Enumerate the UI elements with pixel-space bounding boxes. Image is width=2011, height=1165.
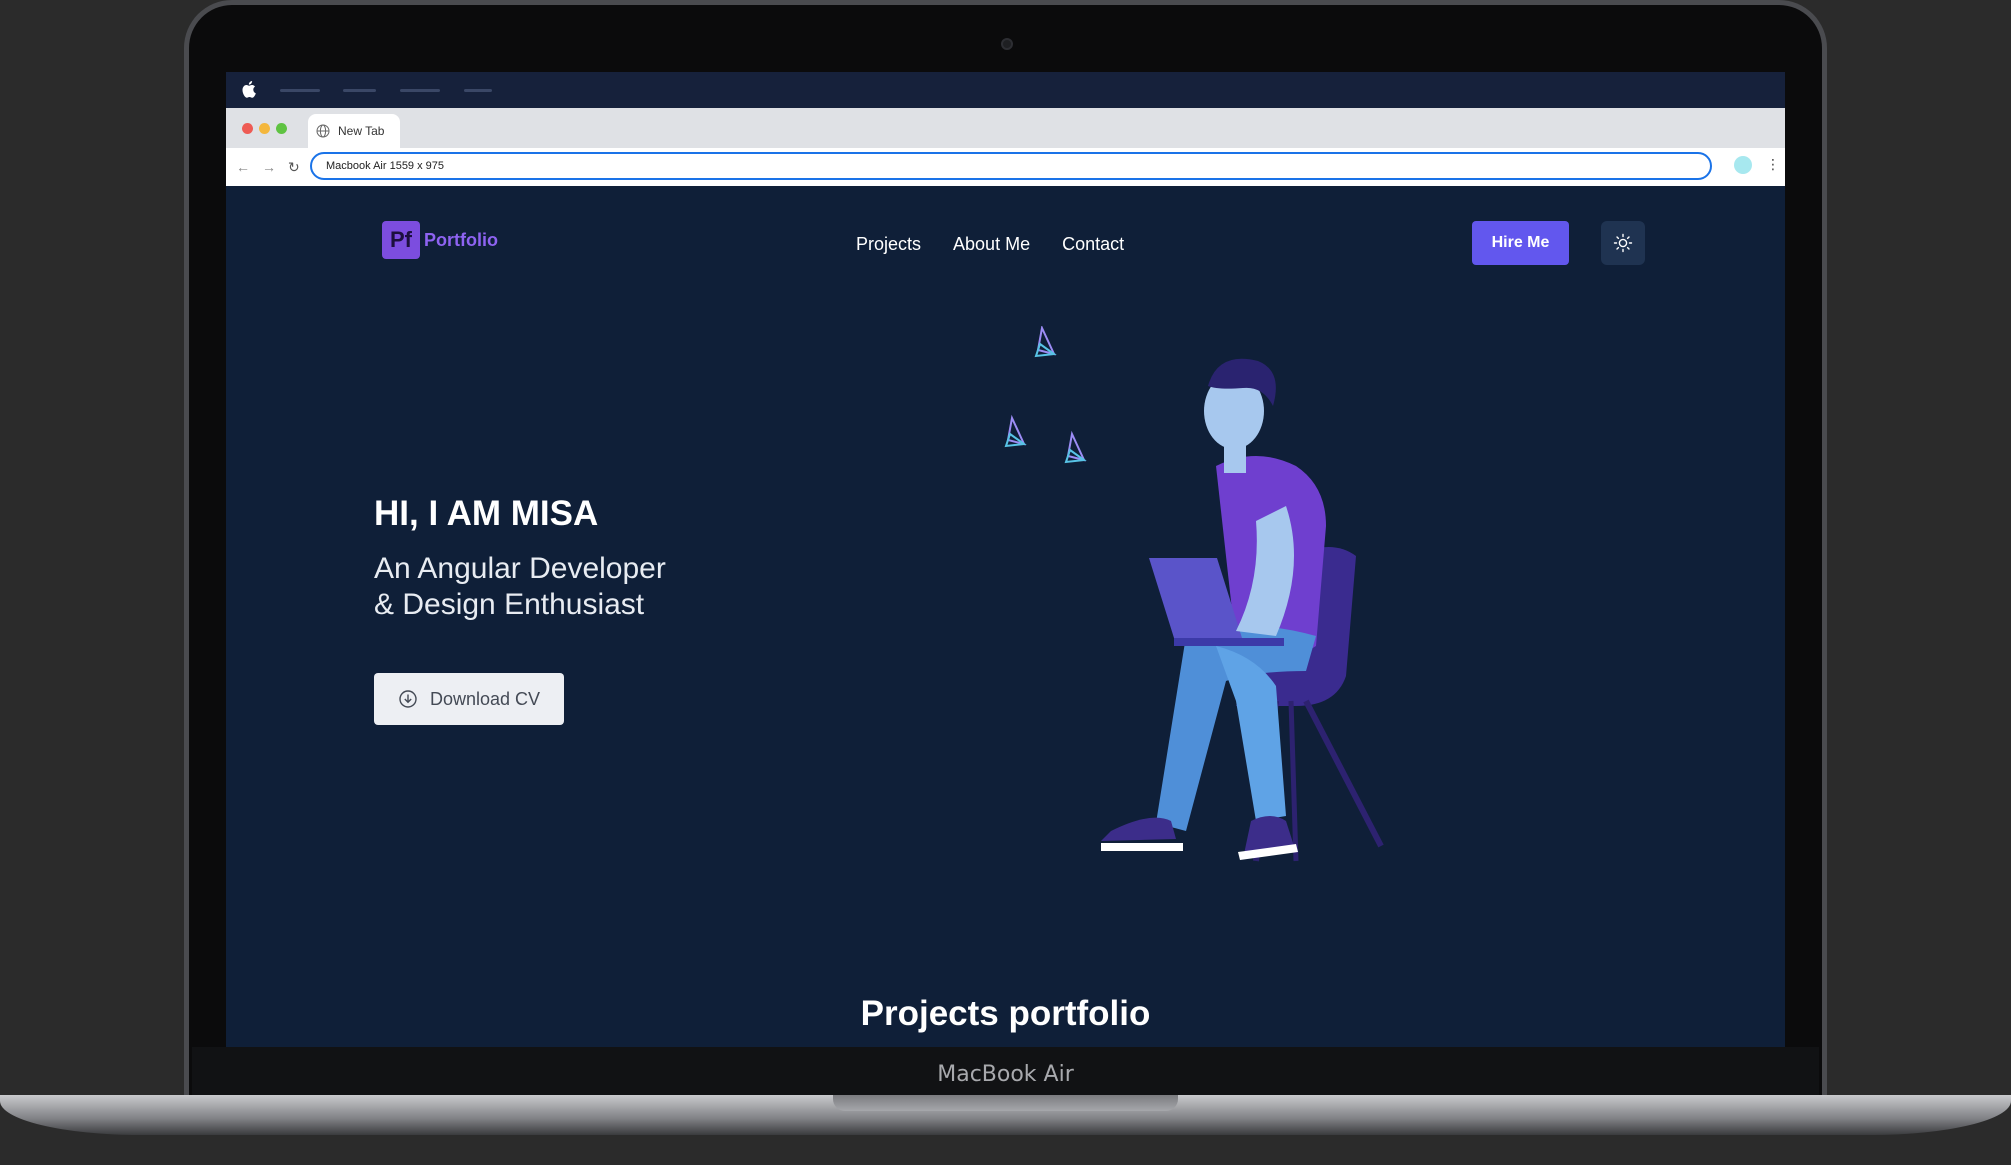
main-nav: Projects About Me Contact xyxy=(856,234,1124,255)
hero-subtitle-line1: An Angular Developer xyxy=(374,552,666,585)
hero-title: HI, I AM MISA xyxy=(374,494,599,533)
laptop-mockup: New Tab ← → ↻ Macbook Air 1559 x 975 ⋮ P… xyxy=(0,0,2011,1165)
forward-arrow-icon[interactable]: → xyxy=(262,160,276,174)
nav-link-about[interactable]: About Me xyxy=(953,234,1030,255)
developer-illustration xyxy=(1004,326,1384,862)
logo-badge: Pf xyxy=(382,221,420,259)
projects-section-title: Projects portfolio xyxy=(860,994,1151,1033)
tab-title: New Tab xyxy=(338,124,385,138)
address-bar-text: Macbook Air 1559 x 975 xyxy=(326,160,445,172)
logo-text: Portfolio xyxy=(424,229,498,250)
profile-avatar[interactable] xyxy=(1734,156,1752,174)
menubar-item[interactable] xyxy=(400,89,440,92)
hire-me-button[interactable]: Hire Me xyxy=(1472,221,1569,265)
reload-icon[interactable]: ↻ xyxy=(288,160,300,174)
site-logo[interactable]: Pf Portfolio xyxy=(382,221,498,259)
butterfly-icon xyxy=(1004,414,1027,448)
menubar-item[interactable] xyxy=(464,89,492,92)
sun-icon xyxy=(1613,233,1633,253)
hero-subtitle-line2: & Design Enthusiast xyxy=(374,588,645,621)
portfolio-page: Pf Portfolio Projects About Me Contact H… xyxy=(226,186,1785,1047)
zoom-window-button[interactable] xyxy=(276,123,287,134)
close-window-button[interactable] xyxy=(242,123,253,134)
theme-toggle-button[interactable] xyxy=(1601,221,1645,265)
nav-link-contact[interactable]: Contact xyxy=(1062,234,1124,255)
camera-icon xyxy=(1001,38,1013,50)
menubar-item[interactable] xyxy=(343,89,376,92)
download-cv-label: Download CV xyxy=(430,688,541,709)
address-bar[interactable]: Macbook Air 1559 x 975 xyxy=(310,152,1712,180)
more-menu-icon[interactable]: ⋮ xyxy=(1766,157,1780,171)
globe-icon xyxy=(316,124,330,138)
browser-tab[interactable]: New Tab xyxy=(308,114,400,148)
download-icon xyxy=(399,690,417,708)
butterfly-icon xyxy=(1064,430,1087,464)
back-arrow-icon[interactable]: ← xyxy=(236,160,250,174)
device-brand-label: MacBook Air xyxy=(937,1062,1074,1087)
download-cv-button[interactable]: Download CV xyxy=(374,673,564,725)
hero-subtitle: An Angular Developer & Design Enthusiast xyxy=(374,551,666,623)
laptop-screen: New Tab ← → ↻ Macbook Air 1559 x 975 ⋮ P… xyxy=(226,72,1785,1047)
macos-menubar xyxy=(226,72,1785,108)
menubar-item[interactable] xyxy=(280,89,320,92)
nav-link-projects[interactable]: Projects xyxy=(856,234,921,255)
laptop-base-notch xyxy=(833,1095,1178,1111)
browser-tabbar: New Tab xyxy=(226,108,1785,148)
browser-toolbar: ← → ↻ Macbook Air 1559 x 975 ⋮ xyxy=(226,148,1785,186)
butterfly-icon xyxy=(1034,326,1057,358)
minimize-window-button[interactable] xyxy=(259,123,270,134)
apple-icon[interactable] xyxy=(242,80,256,98)
